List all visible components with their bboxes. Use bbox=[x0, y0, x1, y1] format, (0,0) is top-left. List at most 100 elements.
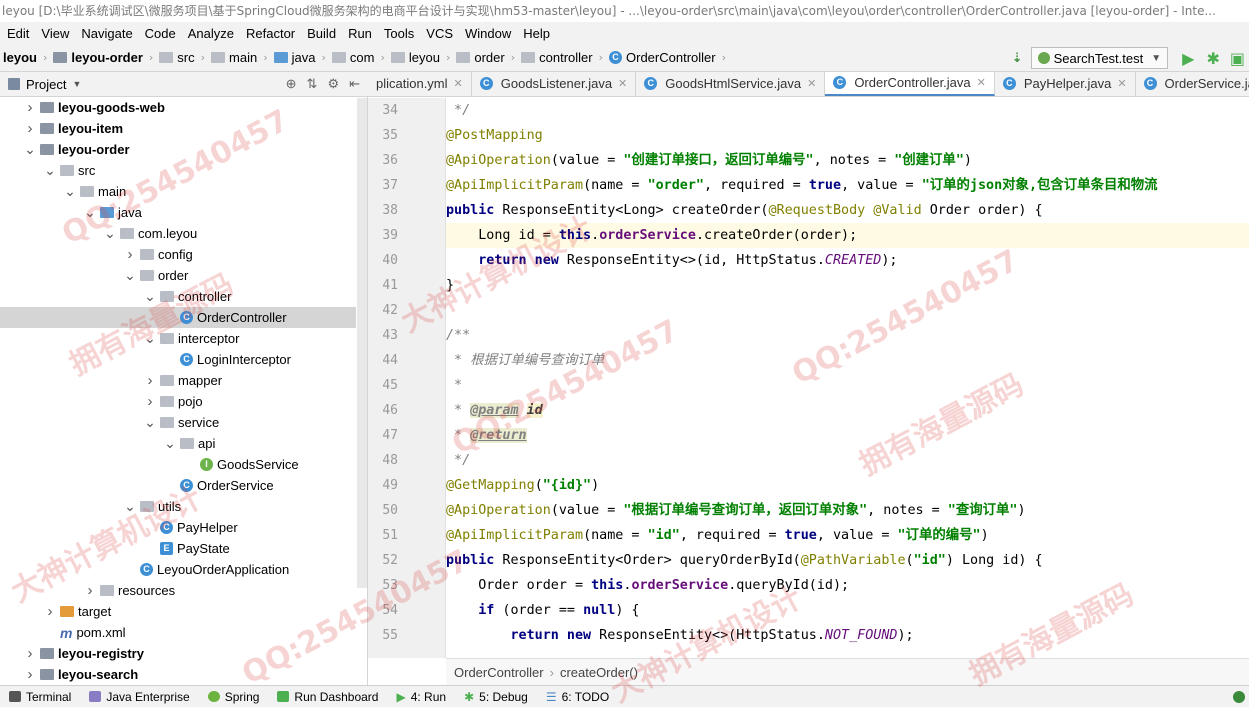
tree-item-api[interactable]: ⌄ api bbox=[0, 433, 356, 454]
tree-item-utils[interactable]: ⌄ utils bbox=[0, 496, 356, 517]
crumb-main[interactable]: main bbox=[208, 50, 260, 65]
menu-view[interactable]: View bbox=[34, 26, 74, 41]
collapse-icon[interactable]: ⇅ bbox=[302, 76, 323, 92]
menu-help[interactable]: Help bbox=[516, 26, 555, 41]
tree-item-order[interactable]: ⌄ order bbox=[0, 265, 356, 286]
tab-plication-yml[interactable]: plication.yml ✕ bbox=[368, 72, 472, 96]
tree-item-paystate[interactable]: E PayState bbox=[0, 538, 356, 559]
tree-item-leyou-order[interactable]: ⌄ leyou-order bbox=[0, 139, 356, 160]
tree-item-interceptor[interactable]: ⌄ interceptor bbox=[0, 328, 356, 349]
chevron-right-icon[interactable]: › bbox=[24, 99, 36, 116]
tree-item-leyou-search[interactable]: › leyou-search bbox=[0, 664, 356, 685]
chevron-down-icon[interactable]: ⌄ bbox=[24, 141, 36, 158]
chevron-down-icon[interactable]: ⌄ bbox=[144, 330, 156, 347]
menu-edit[interactable]: Edit bbox=[0, 26, 34, 41]
crumb-leyou[interactable]: leyou bbox=[388, 50, 443, 65]
chevron-right-icon[interactable]: › bbox=[24, 645, 36, 662]
tree-item-pojo[interactable]: › pojo bbox=[0, 391, 356, 412]
chevron-down-icon[interactable]: ⌄ bbox=[44, 162, 56, 179]
debug-icon[interactable]: ✱ bbox=[1200, 49, 1225, 68]
locate-icon[interactable]: ⊕ bbox=[281, 76, 302, 92]
tree-item-goodsservice[interactable]: I GoodsService bbox=[0, 454, 356, 475]
tree-item-mapper[interactable]: › mapper bbox=[0, 370, 356, 391]
menu-refactor[interactable]: Refactor bbox=[239, 26, 300, 41]
chevron-right-icon[interactable]: › bbox=[144, 393, 156, 410]
crumb-class[interactable]: C OrderController bbox=[606, 50, 719, 65]
chevron-down-icon[interactable]: ⌄ bbox=[84, 204, 96, 221]
chevron-down-icon[interactable]: ⌄ bbox=[164, 435, 176, 452]
tree-item-ordercontroller[interactable]: C OrderController bbox=[0, 307, 356, 328]
tree-item-pom-xml[interactable]: m pom.xml bbox=[0, 622, 356, 643]
close-icon[interactable]: ✕ bbox=[618, 77, 627, 90]
tree-item-java[interactable]: ⌄ java bbox=[0, 202, 356, 223]
run-tool[interactable]: ▶ 4: Run bbox=[387, 690, 455, 704]
event-log-icon[interactable] bbox=[1233, 690, 1245, 703]
menu-tools[interactable]: Tools bbox=[377, 26, 419, 41]
chevron-right-icon[interactable]: › bbox=[124, 246, 136, 263]
tree-item-orderservice[interactable]: C OrderService bbox=[0, 475, 356, 496]
close-icon[interactable]: ✕ bbox=[977, 76, 986, 89]
java-enterprise-tool[interactable]: Java Enterprise bbox=[80, 690, 198, 704]
tree-item-controller[interactable]: ⌄ controller bbox=[0, 286, 356, 307]
crumb-java[interactable]: java bbox=[271, 50, 319, 65]
tree-item-src[interactable]: ⌄ src bbox=[0, 160, 356, 181]
chevron-down-icon[interactable]: ▼ bbox=[72, 79, 81, 89]
menu-window[interactable]: Window bbox=[458, 26, 516, 41]
close-icon[interactable]: ✕ bbox=[807, 77, 816, 90]
crumb-module[interactable]: leyou-order bbox=[50, 50, 146, 65]
editor-crumb-method[interactable]: createOrder() bbox=[560, 665, 638, 680]
close-icon[interactable]: ✕ bbox=[454, 77, 463, 90]
run-config-select[interactable]: SearchTest.test ▼ bbox=[1030, 47, 1169, 69]
spring-tool[interactable]: Spring bbox=[199, 690, 269, 704]
tree-item-com-leyou[interactable]: ⌄ com.leyou bbox=[0, 223, 356, 244]
tree-item-main[interactable]: ⌄ main bbox=[0, 181, 356, 202]
tree-item-leyou-registry[interactable]: › leyou-registry bbox=[0, 643, 356, 664]
tree-item-logininterceptor[interactable]: C LoginInterceptor bbox=[0, 349, 356, 370]
tab-ordercontroller-java[interactable]: C OrderController.java ✕ bbox=[825, 72, 995, 96]
crumb-src[interactable]: src bbox=[156, 50, 197, 65]
chevron-right-icon[interactable]: › bbox=[24, 120, 36, 137]
crumb-com[interactable]: com bbox=[329, 50, 378, 65]
tree-item-leyou-item[interactable]: › leyou-item bbox=[0, 118, 356, 139]
chevron-down-icon[interactable]: ⌄ bbox=[104, 225, 116, 242]
tree-item-resources[interactable]: › resources bbox=[0, 580, 356, 601]
coverage-icon[interactable]: ▣ bbox=[1226, 49, 1249, 68]
menu-analyze[interactable]: Analyze bbox=[181, 26, 239, 41]
chevron-right-icon[interactable]: › bbox=[84, 582, 96, 599]
editor-crumb-class[interactable]: OrderController bbox=[454, 665, 544, 680]
chevron-down-icon[interactable]: ⌄ bbox=[64, 183, 76, 200]
chevron-down-icon[interactable]: ⌄ bbox=[144, 414, 156, 431]
crumb-controller[interactable]: controller bbox=[518, 50, 595, 65]
tab-goodslistener-java[interactable]: C GoodsListener.java ✕ bbox=[472, 72, 637, 96]
menu-navigate[interactable]: Navigate bbox=[74, 26, 137, 41]
menu-run[interactable]: Run bbox=[341, 26, 377, 41]
chevron-down-icon[interactable]: ⌄ bbox=[124, 267, 136, 284]
code-editor[interactable]: */ @PostMapping @ApiOperation(value = "创… bbox=[446, 98, 1249, 658]
tab-goodshtmlservice-java[interactable]: C GoodsHtmlService.java ✕ bbox=[636, 72, 826, 96]
hide-icon[interactable]: ⇤ bbox=[344, 76, 368, 92]
build-icon[interactable]: ⇣ bbox=[1008, 51, 1027, 66]
menu-build[interactable]: Build bbox=[300, 26, 341, 41]
tree-scrollbar[interactable] bbox=[357, 98, 367, 588]
gear-icon[interactable]: ⚙ bbox=[322, 76, 344, 92]
terminal-tool[interactable]: Terminal bbox=[0, 690, 80, 704]
project-panel-title[interactable]: Project bbox=[26, 77, 66, 92]
menu-vcs[interactable]: VCS bbox=[419, 26, 458, 41]
todo-tool[interactable]: ☰ 6: TODO bbox=[537, 690, 618, 704]
chevron-down-icon[interactable]: ⌄ bbox=[124, 498, 136, 515]
run-dashboard-tool[interactable]: Run Dashboard bbox=[268, 690, 387, 704]
chevron-right-icon[interactable]: › bbox=[144, 372, 156, 389]
crumb-project[interactable]: leyou bbox=[0, 50, 40, 65]
run-icon[interactable]: ▶ bbox=[1176, 49, 1200, 68]
tree-item-config[interactable]: › config bbox=[0, 244, 356, 265]
chevron-down-icon[interactable]: ⌄ bbox=[144, 288, 156, 305]
tab-payhelper-java[interactable]: C PayHelper.java ✕ bbox=[995, 72, 1136, 96]
chevron-right-icon[interactable]: › bbox=[24, 666, 36, 683]
tree-item-payhelper[interactable]: C PayHelper bbox=[0, 517, 356, 538]
tab-orderservice-ja[interactable]: COrderService.ja✕ bbox=[1136, 72, 1249, 96]
debug-tool[interactable]: ✱ 5: Debug bbox=[455, 690, 537, 704]
menu-code[interactable]: Code bbox=[138, 26, 181, 41]
chevron-right-icon[interactable]: › bbox=[44, 603, 56, 620]
tree-item-leyouorderapplication[interactable]: C LeyouOrderApplication bbox=[0, 559, 356, 580]
tree-item-leyou-goods-web[interactable]: › leyou-goods-web bbox=[0, 97, 356, 118]
